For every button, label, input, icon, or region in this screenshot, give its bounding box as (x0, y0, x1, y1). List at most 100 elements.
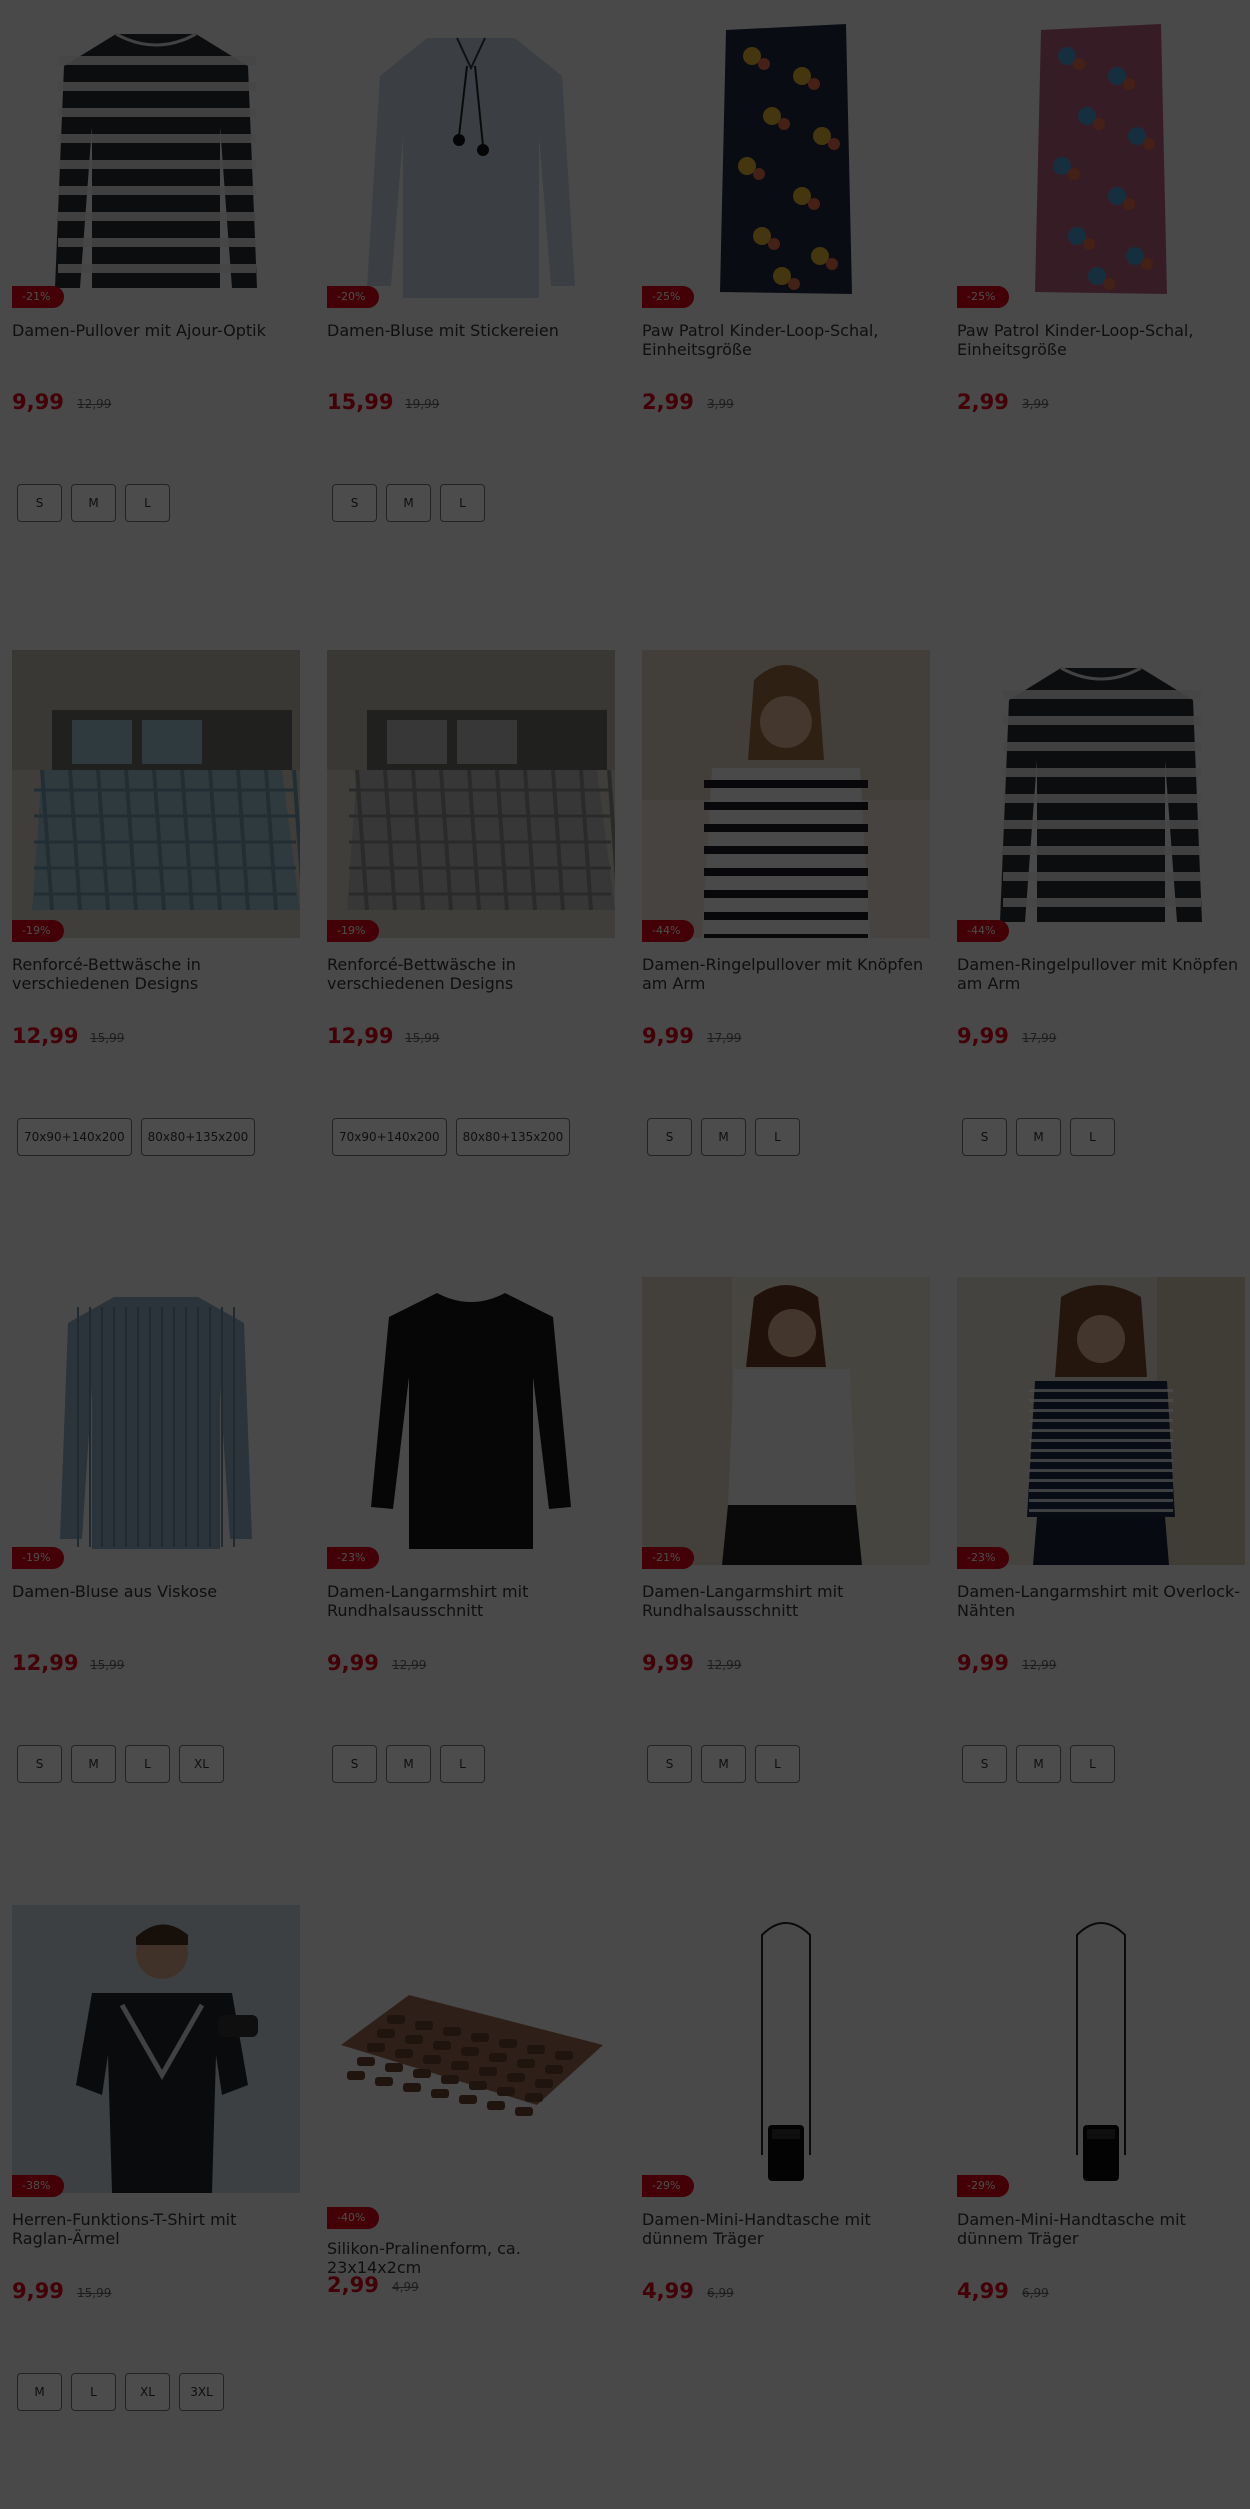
product-title[interactable]: Damen-Ringelpullover mit Knöpfen am Arm (957, 955, 1245, 993)
product-title[interactable]: Damen-Mini-Handtasche mit dünnem Träger (642, 2210, 930, 2248)
product-title[interactable]: Damen-Mini-Handtasche mit dünnem Träger (957, 2210, 1245, 2248)
size-option[interactable]: S (332, 1745, 377, 1783)
size-selector: SML (962, 1745, 1115, 1783)
product-price: 9,99 (12, 390, 64, 414)
product-title[interactable]: Damen-Langarmshirt mit Rundhalsausschnit… (642, 1582, 930, 1620)
product-image[interactable] (327, 650, 615, 938)
product-image[interactable] (642, 650, 930, 938)
product-price: 12,99 (327, 1024, 394, 1048)
size-selector: SML (17, 484, 170, 522)
product-title[interactable]: Paw Patrol Kinder-Loop-Schal, Einheitsgr… (957, 321, 1245, 359)
product-image[interactable] (12, 16, 300, 304)
size-option[interactable]: L (1070, 1118, 1115, 1156)
product-title[interactable]: Damen-Bluse aus Viskose (12, 1582, 300, 1601)
product-image[interactable] (957, 1277, 1245, 1565)
product-price: 15,99 (327, 390, 394, 414)
discount-badge: -29% (957, 2175, 1010, 2197)
size-option[interactable]: M (17, 2373, 62, 2411)
size-option[interactable]: 70x90+140x200 (17, 1118, 132, 1156)
size-option[interactable]: M (71, 484, 116, 522)
size-option[interactable]: M (386, 484, 431, 522)
discount-badge: -19% (12, 920, 65, 942)
product-image[interactable] (12, 1277, 300, 1565)
product-image[interactable] (957, 650, 1245, 938)
size-selector: SML (962, 1118, 1115, 1156)
size-option[interactable]: S (17, 484, 62, 522)
size-option[interactable]: 80x80+135x200 (455, 1118, 571, 1156)
size-selector: SML (332, 1745, 485, 1783)
product-card[interactable]: -23% Damen-Langarmshirt mit Rundhalsauss… (327, 1277, 615, 1837)
old-price: 4,99 (392, 2280, 419, 2294)
product-image[interactable] (327, 16, 615, 304)
product-card[interactable]: -29% Damen-Mini-Handtasche mit dünnem Tr… (642, 1905, 930, 2465)
product-title[interactable]: Damen-Langarmshirt mit Overlock-Nähten (957, 1582, 1245, 1620)
size-option[interactable]: L (71, 2373, 116, 2411)
product-card[interactable]: -25% Paw Patrol Kinder-Loop-Schal, Einhe… (642, 16, 930, 576)
discount-badge: -25% (957, 286, 1010, 308)
pink-scarf-image (957, 16, 1245, 304)
product-image[interactable] (642, 16, 930, 304)
product-card[interactable]: -21% Damen-Pullover mit Ajour-Optik 9,99… (12, 16, 300, 576)
product-card[interactable]: -25% Paw Patrol Kinder-Loop-Schal, Einhe… (957, 16, 1245, 576)
size-option[interactable]: XL (125, 2373, 170, 2411)
size-option[interactable]: S (647, 1118, 692, 1156)
product-card[interactable]: -38% Herren-Funktions-T-Shirt mit Raglan… (12, 1905, 300, 2465)
size-option[interactable]: M (701, 1745, 746, 1783)
model-white-shirt-image (642, 1277, 930, 1565)
product-price: 2,99 (642, 390, 694, 414)
size-option[interactable]: L (755, 1118, 800, 1156)
size-option[interactable]: L (440, 484, 485, 522)
size-option[interactable]: S (17, 1745, 62, 1783)
product-image[interactable] (327, 1905, 615, 2193)
product-image[interactable] (642, 1905, 930, 2193)
product-card[interactable]: -19% Renforcé-Bettwäsche in verschiedene… (12, 650, 300, 1210)
size-option[interactable]: 70x90+140x200 (332, 1118, 447, 1156)
size-option[interactable]: M (1016, 1745, 1061, 1783)
size-option[interactable]: L (755, 1745, 800, 1783)
product-image[interactable] (957, 16, 1245, 304)
product-card[interactable]: -44% Damen-Ringelpullover mit Knöpfen am… (957, 650, 1245, 1210)
size-option[interactable]: S (332, 484, 377, 522)
size-option[interactable]: 80x80+135x200 (140, 1118, 256, 1156)
size-option[interactable]: L (1070, 1745, 1115, 1783)
size-option[interactable]: S (962, 1118, 1007, 1156)
size-option[interactable]: XL (179, 1745, 224, 1783)
size-option[interactable]: L (440, 1745, 485, 1783)
product-card[interactable]: -19% Damen-Bluse aus Viskose 12,99 15,99… (12, 1277, 300, 1837)
product-card[interactable]: -40% Silikon-Pralinenform, ca. 23x14x2cm… (327, 1905, 615, 2465)
product-title[interactable]: Damen-Pullover mit Ajour-Optik (12, 321, 300, 340)
product-title[interactable]: Renforcé-Bettwäsche in verschiedenen Des… (327, 955, 615, 993)
product-image[interactable] (642, 1277, 930, 1565)
product-card[interactable]: -29% Damen-Mini-Handtasche mit dünnem Tr… (957, 1905, 1245, 2465)
product-title[interactable]: Paw Patrol Kinder-Loop-Schal, Einheitsgr… (642, 321, 930, 359)
product-image[interactable] (957, 1905, 1245, 2193)
product-title[interactable]: Damen-Bluse mit Stickereien (327, 321, 615, 340)
product-title[interactable]: Herren-Funktions-T-Shirt mit Raglan-Ärme… (12, 2210, 300, 2248)
size-option[interactable]: M (1016, 1118, 1061, 1156)
discount-badge: -44% (957, 920, 1010, 942)
size-option[interactable]: S (647, 1745, 692, 1783)
size-option[interactable]: M (71, 1745, 116, 1783)
product-title[interactable]: Renforcé-Bettwäsche in verschiedenen Des… (12, 955, 300, 993)
product-card[interactable]: -20% Damen-Bluse mit Stickereien 15,99 1… (327, 16, 615, 576)
size-option[interactable]: M (701, 1118, 746, 1156)
product-card[interactable]: -44% Damen-Ringelpullover mit Knöpfen am… (642, 650, 930, 1210)
size-option[interactable]: L (125, 1745, 170, 1783)
product-image[interactable] (327, 1277, 615, 1565)
old-price: 15,99 (90, 1658, 125, 1672)
product-image[interactable] (12, 1905, 300, 2193)
size-option[interactable]: M (386, 1745, 431, 1783)
product-title[interactable]: Damen-Langarmshirt mit Rundhalsausschnit… (327, 1582, 615, 1620)
product-title[interactable]: Silikon-Pralinenform, ca. 23x14x2cm (327, 2239, 615, 2277)
size-option[interactable]: 3XL (179, 2373, 224, 2411)
product-card[interactable]: -19% Renforcé-Bettwäsche in verschiedene… (327, 650, 615, 1210)
blue-blouse-image (12, 1277, 300, 1565)
product-price: 2,99 (327, 2273, 379, 2297)
size-option[interactable]: S (962, 1745, 1007, 1783)
product-title[interactable]: Damen-Ringelpullover mit Knöpfen am Arm (642, 955, 930, 993)
old-price: 15,99 (77, 2286, 112, 2300)
size-option[interactable]: L (125, 484, 170, 522)
product-card[interactable]: -23% Damen-Langarmshirt mit Overlock-Näh… (957, 1277, 1245, 1837)
product-card[interactable]: -21% Damen-Langarmshirt mit Rundhalsauss… (642, 1277, 930, 1837)
product-image[interactable] (12, 650, 300, 938)
